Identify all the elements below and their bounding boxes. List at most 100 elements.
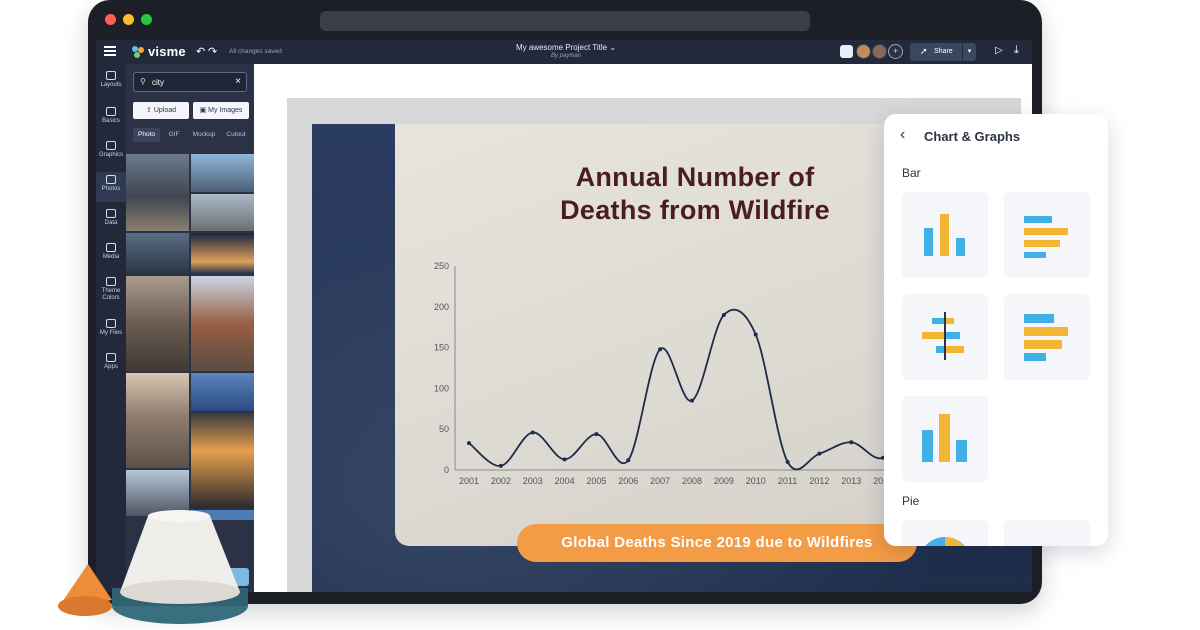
photo-thumbnail[interactable]	[191, 154, 254, 192]
chart-type-horizontal-bar[interactable]	[1004, 192, 1090, 278]
photo-thumbnail[interactable]	[126, 276, 189, 371]
nav-item-theme-colors[interactable]: Theme Colors	[96, 274, 126, 304]
photo-thumbnail[interactable]	[191, 194, 254, 231]
nav-item-label: Layouts	[100, 82, 122, 88]
data-point	[785, 459, 790, 464]
data-point	[594, 432, 599, 437]
logo-text: visme	[148, 44, 186, 59]
tab-cutout[interactable]: Cutout	[221, 128, 251, 142]
chart-type-pie[interactable]	[902, 520, 988, 546]
undo-icon[interactable]: ↶	[196, 45, 205, 58]
chevron-down-icon[interactable]: ⌄	[609, 43, 616, 52]
data-point	[626, 458, 631, 463]
photo-thumbnail[interactable]	[126, 373, 189, 468]
layouts-icon	[106, 71, 116, 80]
x-tick-label: 2001	[459, 476, 479, 486]
x-tick-label: 2013	[841, 476, 861, 486]
nav-item-label: Media	[102, 254, 120, 260]
data-point	[530, 430, 535, 435]
y-tick-label: 0	[444, 465, 449, 475]
nav-item-label: Data	[104, 220, 118, 226]
share-button[interactable]: ➚ Share ▾	[910, 43, 976, 61]
project-title[interactable]: My awesome Project Title ⌄	[476, 43, 656, 52]
project-author: By payman	[550, 53, 581, 59]
x-tick-label: 2009	[714, 476, 734, 486]
chart-type-vertical-bar[interactable]	[902, 192, 988, 278]
photo-thumbnail[interactable]	[191, 276, 254, 371]
avatar[interactable]	[872, 44, 887, 59]
nav-item-layouts[interactable]: Layouts	[96, 68, 126, 98]
line-chart[interactable]: 0 50 100 150 200 250 2001 2002 2003 2004 2005 2006 2…	[425, 258, 945, 508]
my-images-button[interactable]: ▣ My Images	[193, 102, 249, 119]
x-tick-label: 2008	[682, 476, 702, 486]
chart-type-pie-alt[interactable]	[1004, 520, 1090, 546]
panel-title: Chart & Graphs	[924, 129, 1021, 144]
photo-thumbnail[interactable]	[191, 233, 254, 274]
series-line	[468, 308, 916, 471]
photos-icon	[106, 175, 116, 184]
avatar[interactable]	[856, 44, 871, 59]
back-chevron-icon[interactable]: ‹	[900, 126, 905, 144]
section-pie-label: Pie	[902, 494, 920, 508]
save-status: All changes saved	[229, 48, 282, 55]
play-icon[interactable]: ▷	[995, 45, 1003, 56]
nav-item-media[interactable]: Media	[96, 240, 126, 270]
close-dot[interactable]	[105, 14, 116, 25]
data-point	[467, 441, 471, 446]
x-tick-label: 2003	[523, 476, 543, 486]
nav-item-basics[interactable]: Basics	[96, 104, 126, 134]
data-point	[753, 332, 758, 337]
chart-type-3d-horizontal-bar[interactable]	[1004, 294, 1090, 380]
media-icon	[106, 243, 116, 252]
photo-thumbnail[interactable]	[191, 413, 254, 508]
tab-photo[interactable]: Photo	[133, 128, 160, 142]
3d-horizontal-bar-chart-icon	[1024, 314, 1068, 361]
photo-thumbnail[interactable]	[126, 233, 189, 274]
comment-icon[interactable]	[840, 45, 853, 58]
nav-item-label: Basics	[102, 118, 120, 124]
minimize-dot[interactable]	[123, 14, 134, 25]
redo-icon[interactable]: ↷	[208, 45, 217, 58]
x-tick-label: 2012	[809, 476, 829, 486]
y-tick-label: 200	[434, 302, 449, 312]
search-input[interactable]: ⚲ city ×	[133, 72, 247, 92]
3d-vertical-bar-chart-icon	[922, 414, 967, 462]
nav-item-data[interactable]: Data	[96, 206, 126, 236]
pill-banner[interactable]: Global Deaths Since 2019 due to Wildfire…	[517, 524, 917, 562]
y-tick-label: 100	[434, 383, 449, 393]
share-icon: ➚	[920, 46, 928, 56]
data-point	[658, 347, 663, 352]
clear-search-icon[interactable]: ×	[235, 76, 241, 87]
tab-gif[interactable]: GIF	[161, 128, 187, 142]
nav-item-graphics[interactable]: Graphics	[96, 138, 126, 168]
tab-mockup[interactable]: Mockup	[188, 128, 220, 142]
photo-thumbnail[interactable]	[191, 373, 254, 411]
chart-type-diverging-bar[interactable]	[902, 294, 988, 380]
address-bar[interactable]	[320, 11, 810, 31]
x-tick-label: 2010	[746, 476, 766, 486]
data-point	[817, 451, 822, 456]
nav-item-my-files[interactable]: My Files	[96, 316, 126, 346]
upload-button[interactable]: ⇪ Upload	[133, 102, 189, 119]
vertical-bar-chart-icon	[924, 214, 965, 256]
search-value: city	[152, 78, 164, 87]
y-tick-label: 50	[439, 424, 449, 434]
x-tick-label: 2004	[555, 476, 575, 486]
y-tick-label: 150	[434, 343, 449, 353]
add-collaborator-icon[interactable]: +	[888, 44, 903, 59]
photo-thumbnail[interactable]	[126, 154, 189, 231]
download-icon[interactable]: ⤓	[1014, 44, 1019, 57]
nav-item-apps[interactable]: Apps	[96, 350, 126, 380]
marketing-stage: visme ↶ ↷ All changes saved My awesome P…	[0, 0, 1200, 630]
nav-item-label: My Files	[99, 330, 123, 336]
data-point	[849, 440, 854, 445]
data-point	[690, 398, 694, 403]
nav-item-photos[interactable]: Photos	[96, 172, 126, 202]
top-toolbar: visme ↶ ↷ All changes saved My awesome P…	[96, 40, 1032, 64]
share-dropdown-chevron-icon[interactable]: ▾	[962, 43, 976, 61]
data-point	[721, 312, 726, 317]
hamburger-menu-icon[interactable]	[104, 46, 116, 56]
zoom-dot[interactable]	[141, 14, 152, 25]
diverging-bar-chart-icon	[922, 312, 964, 360]
chart-type-3d-vertical-bar[interactable]	[902, 396, 988, 482]
